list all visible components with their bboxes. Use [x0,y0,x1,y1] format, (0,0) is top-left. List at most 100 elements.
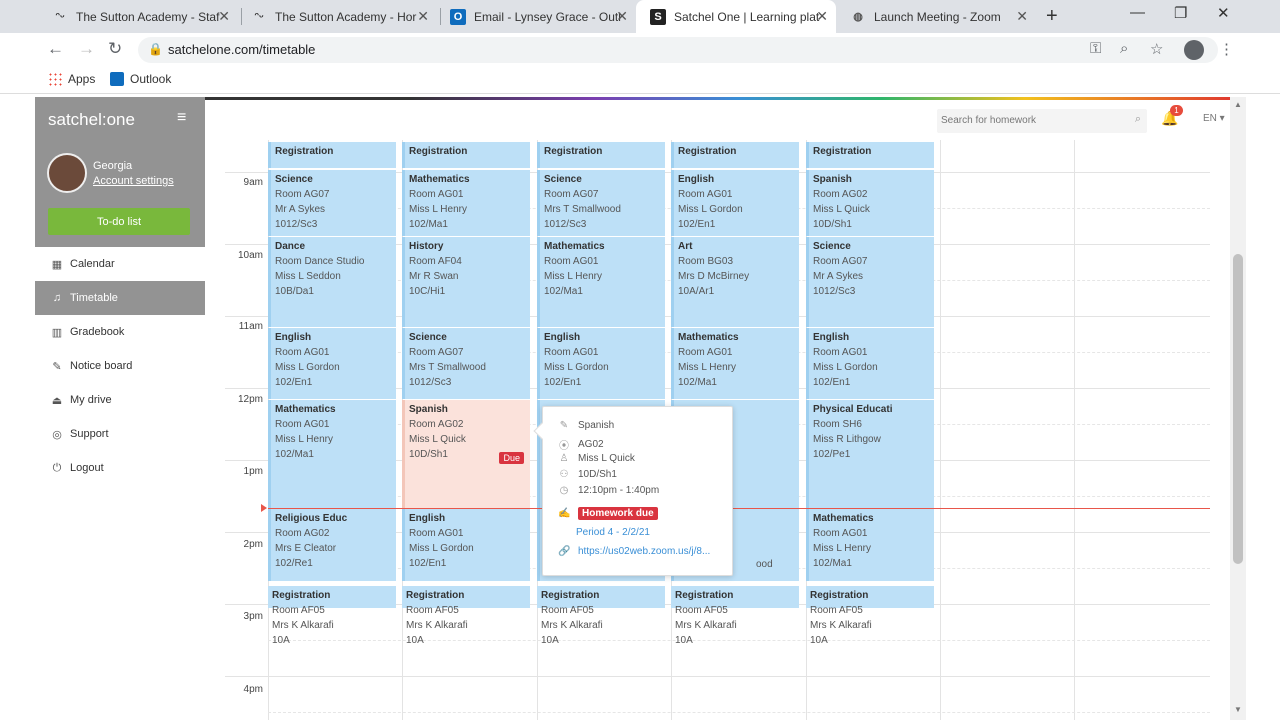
hamburger-menu-icon[interactable]: ≡ [177,109,186,127]
lesson-detail: Miss L Gordon [678,204,743,215]
lesson-block[interactable]: Mathematics Room AG01 Miss L Henry 102/Ma1 [268,400,396,508]
close-icon[interactable]: ✕ [417,8,429,25]
close-icon[interactable]: ✕ [1016,8,1028,25]
lesson-detail: 102/Pe1 [813,449,851,460]
profile-avatar-icon[interactable] [1184,40,1204,60]
lesson-block[interactable]: English Room AG01 Miss L Gordon 102/En1 [671,170,799,236]
lesson-block[interactable]: Spanish Room AG02 Miss L Quick 10D/Sh1 [806,170,934,236]
scroll-down-icon[interactable]: ▼ [1234,705,1242,714]
key-icon[interactable]: ⚿ [1090,40,1101,57]
lesson-detail: Room AF05 [272,605,325,616]
lesson-detail: 10A [541,635,559,646]
scroll-up-icon[interactable]: ▲ [1234,100,1242,109]
sidebar-item-notice-board[interactable]: ✎ Notice board [35,349,205,383]
account-settings-link[interactable]: Account settings [93,175,174,187]
lesson-block[interactable]: Registration [268,142,396,168]
drive-icon: ⏏ [51,394,63,407]
search-placeholder: Search for homework [941,115,1037,126]
lesson-block[interactable]: Science Room AG07 Mr A Sykes 1012/Sc3 [806,237,934,327]
lesson-block[interactable]: Science Room AG07 Mrs T Smallwood 1012/Sc3 [402,328,530,399]
star-icon[interactable]: ☆ [1150,40,1163,58]
homework-due-badge[interactable]: Homework due [578,507,658,520]
lesson-block[interactable]: English Room AG01 Miss L Gordon 102/En1 [268,328,396,399]
lesson-detail: Room AF04 [409,256,462,267]
lesson-block[interactable]: Physical Educati Room SH6 Miss R Lithgow 10… [806,400,934,508]
browser-tab[interactable]: ᵔᵕ The Sutton Academy - Hor ✕ [237,0,437,33]
lesson-block[interactable]: Registration Room AF05 Mrs K Alkarafi 10A [402,586,530,656]
search-icon[interactable]: ⌕ [1135,113,1141,126]
url-field[interactable]: 🔒 satchelone.com/timetable [138,37,1218,63]
language-selector[interactable]: EN ▾ [1203,113,1225,124]
browser-tab[interactable]: ◍ Launch Meeting - Zoom ✕ [836,0,1036,33]
lesson-block[interactable]: Mathematics Room AG01 Miss L Henry 102/Ma1 [671,328,799,399]
lesson-block[interactable]: English Room AG01 Miss L Gordon 102/En1 [537,328,665,399]
bookmark-label: Outlook [130,72,172,86]
popup-homework-row: ✍ Homework due [558,507,658,520]
scrollbar-thumb[interactable] [1233,254,1243,564]
bookmark-apps[interactable]: Apps [48,72,95,86]
lesson-block[interactable]: Mathematics Room AG01 Miss L Henry 102/Ma1 [537,237,665,327]
lesson-block[interactable]: English Room AG01 Miss L Gordon 102/En1 [806,328,934,399]
close-icon[interactable]: ✕ [616,8,628,25]
sidebar-item-gradebook[interactable]: ▥ Gradebook [35,315,205,349]
lesson-block[interactable]: Registration [537,142,665,168]
scrollbar[interactable]: ▲ ▼ [1230,97,1246,720]
address-bar-row: ← → ↻ 🔒 satchelone.com/timetable ⚿ ⌕ ☆ ⋮ [0,33,1280,65]
todo-list-button[interactable]: To-do list [48,208,190,235]
lesson-block[interactable]: Mathematics Room AG01 Miss L Henry 102/Ma1 [806,509,934,581]
lesson-block[interactable]: Dance Room Dance Studio Miss L Seddon 10B/D… [268,237,396,327]
sidebar-item-my-drive[interactable]: ⏏ My drive [35,383,205,417]
sutton-logo-icon: ᵔᵕ [254,10,264,23]
lesson-detail: 1012/Sc3 [544,219,587,230]
bookmark-outlook[interactable]: Outlook [110,72,171,86]
browser-tab[interactable]: O Email - Lynsey Grace - Outl ✕ [436,0,636,33]
lesson-block[interactable]: Registration [671,142,799,168]
lesson-block[interactable]: English Room AG01 Miss L Gordon 102/En1 [402,509,530,581]
lesson-block[interactable]: Registration [402,142,530,168]
sidebar-item-support[interactable]: ◎ Support [35,417,205,451]
zoom-icon[interactable]: ⌕ [1120,40,1128,57]
lesson-block[interactable]: Art Room BG03 Mrs D McBirney 10A/Ar1 [671,237,799,327]
lesson-subject: Spanish [409,404,448,415]
support-icon: ◎ [52,428,62,441]
forward-icon[interactable]: → [78,39,95,59]
close-icon[interactable]: ✕ [218,8,230,25]
book-icon: ▥ [51,326,63,339]
zoom-meeting-link[interactable]: https://us02web.zoom.us/j/8... [578,546,710,557]
lesson-subject: Registration [810,590,869,601]
restore-icon[interactable]: ❐ [1174,4,1187,22]
browser-tab[interactable]: ᵔᵕ The Sutton Academy - Staf ✕ [38,0,238,33]
sidebar-item-timetable[interactable]: ♫ Timetable [35,281,205,315]
due-badge[interactable]: Due [499,452,524,464]
close-icon[interactable]: ✕ [816,8,828,25]
lesson-block[interactable]: Mathematics Room AG01 Miss L Henry 102/Ma1 [402,170,530,236]
lesson-block[interactable]: Registration Room AF05 Mrs K Alkarafi 10A [268,586,396,656]
lesson-block[interactable]: ScienceRoom AG07Mr A Sykes1012/Sc3Due [268,170,396,236]
satchel-one-logo[interactable]: satchel:one [48,110,135,130]
homework-period-link[interactable]: Period 4 - 2/2/21 [576,527,650,538]
reload-icon[interactable]: ↻ [108,39,122,59]
window-close-icon[interactable]: ✕ [1217,4,1230,22]
lesson-block[interactable]: Registration Room AF05 Mrs K Alkarafi 10A [537,586,665,656]
lesson-block[interactable]: Religious Educ Room AG02 Mrs E Cleator 102/… [268,509,396,581]
sidebar-item-calendar[interactable]: ▦ Calendar [35,247,205,281]
homework-search-input[interactable]: Search for homework ⌕ [937,109,1147,133]
lesson-detail: Mr R Swan [409,271,459,282]
lesson-block[interactable]: Registration [806,142,934,168]
lesson-block[interactable]: Spanish Room AG02 Miss L Quick 10D/Sh1 Due [402,400,530,508]
menu-dots-icon[interactable]: ⋮ [1219,40,1234,58]
back-icon[interactable]: ← [47,39,64,59]
lesson-block[interactable]: Registration Room AF05 Mrs K Alkarafi 10A [671,586,799,656]
new-tab-button[interactable]: + [1046,5,1058,28]
lesson-subject: English [813,332,850,343]
lesson-detail: 10A [675,635,693,646]
browser-tab-active[interactable]: S Satchel One | Learning plat ✕ [636,0,836,33]
lesson-block[interactable]: Registration Room AF05 Mrs K Alkarafi 10A [806,586,934,656]
lesson-subject: Mathematics [678,332,739,343]
lesson-block[interactable]: Science Room AG07 Mrs T Smallwood 1012/Sc3 [537,170,665,236]
avatar[interactable] [47,153,87,193]
time-label: 1pm [243,466,263,477]
sidebar-item-logout[interactable]: ⏻ Logout [35,451,205,485]
lesson-block[interactable]: History Room AF04 Mr R Swan 10C/Hi1 [402,237,530,327]
minimize-icon[interactable]: — [1130,4,1145,21]
